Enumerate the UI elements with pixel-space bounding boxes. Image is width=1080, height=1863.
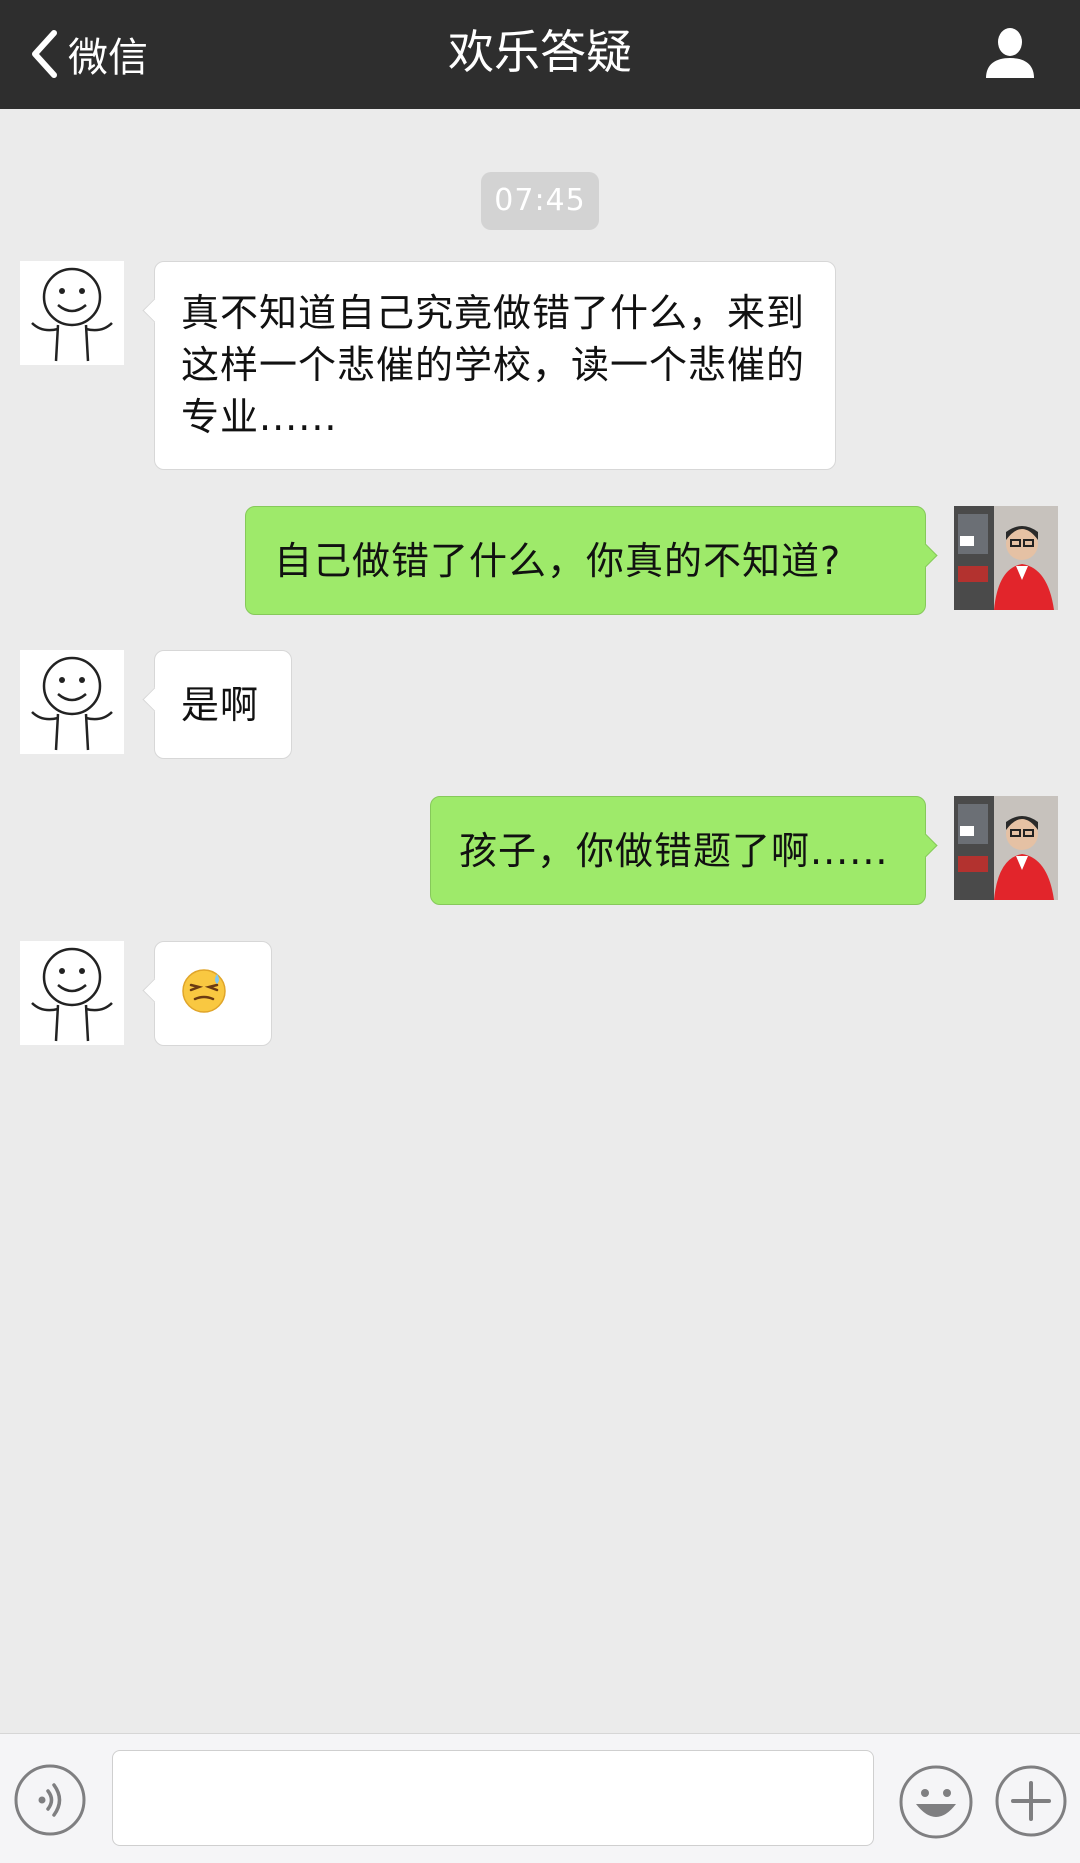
plus-icon [995,1765,1067,1837]
awkward-sweat-emoji-icon [182,969,226,1013]
message-text: 是啊 [181,683,260,727]
incoming-message-bubble[interactable] [142,941,272,1046]
incoming-message-bubble[interactable]: 真不知道自己究竟做错了什么，来到这样一个悲催的学校，读一个悲催的专业...... [142,261,836,470]
my-avatar[interactable] [954,506,1058,610]
user-photo-avatar-icon [954,796,1058,900]
voice-icon [14,1764,86,1836]
incoming-message-bubble[interactable]: 是啊 [142,650,292,759]
message-text: 自己做错了什么，你真的不知道? [274,539,842,583]
my-avatar[interactable] [954,796,1058,900]
contact-avatar[interactable] [20,650,124,754]
chat-info-button[interactable] [980,26,1040,82]
navigation-bar: 微信 欢乐答疑 [0,0,1080,109]
input-bar [0,1733,1080,1863]
message-input[interactable] [112,1750,874,1846]
contact-avatar[interactable] [20,261,124,365]
emoji-button[interactable] [898,1764,974,1840]
emoji-icon [899,1765,973,1839]
outgoing-message-bubble[interactable]: 自己做错了什么，你真的不知道? [245,506,938,615]
back-label: 微信 [68,35,148,81]
message-text: 真不知道自己究竟做错了什么，来到这样一个悲催的学校，读一个悲催的专业...... [181,291,806,439]
back-button[interactable]: 微信 [30,22,148,86]
person-icon [986,28,1034,78]
more-functions-button[interactable] [994,1764,1068,1838]
message-timestamp: 07:45 [481,172,599,230]
stick-figure-avatar-icon [20,941,124,1045]
stick-figure-avatar-icon [20,650,124,754]
message-text: 孩子，你做错题了啊...... [459,829,889,873]
user-photo-avatar-icon [954,506,1058,610]
chat-title: 欢乐答疑 [448,25,632,79]
contact-avatar[interactable] [20,941,124,1045]
stick-figure-avatar-icon [20,261,124,365]
message-list[interactable]: 07:45 真不知道自己究竟做错了什么，来到这样一个悲催的学校，读一个悲催的专业… [0,109,1080,1733]
outgoing-message-bubble[interactable]: 孩子，你做错题了啊...... [430,796,938,905]
chevron-left-icon [32,30,57,78]
voice-input-button[interactable] [14,1764,86,1836]
